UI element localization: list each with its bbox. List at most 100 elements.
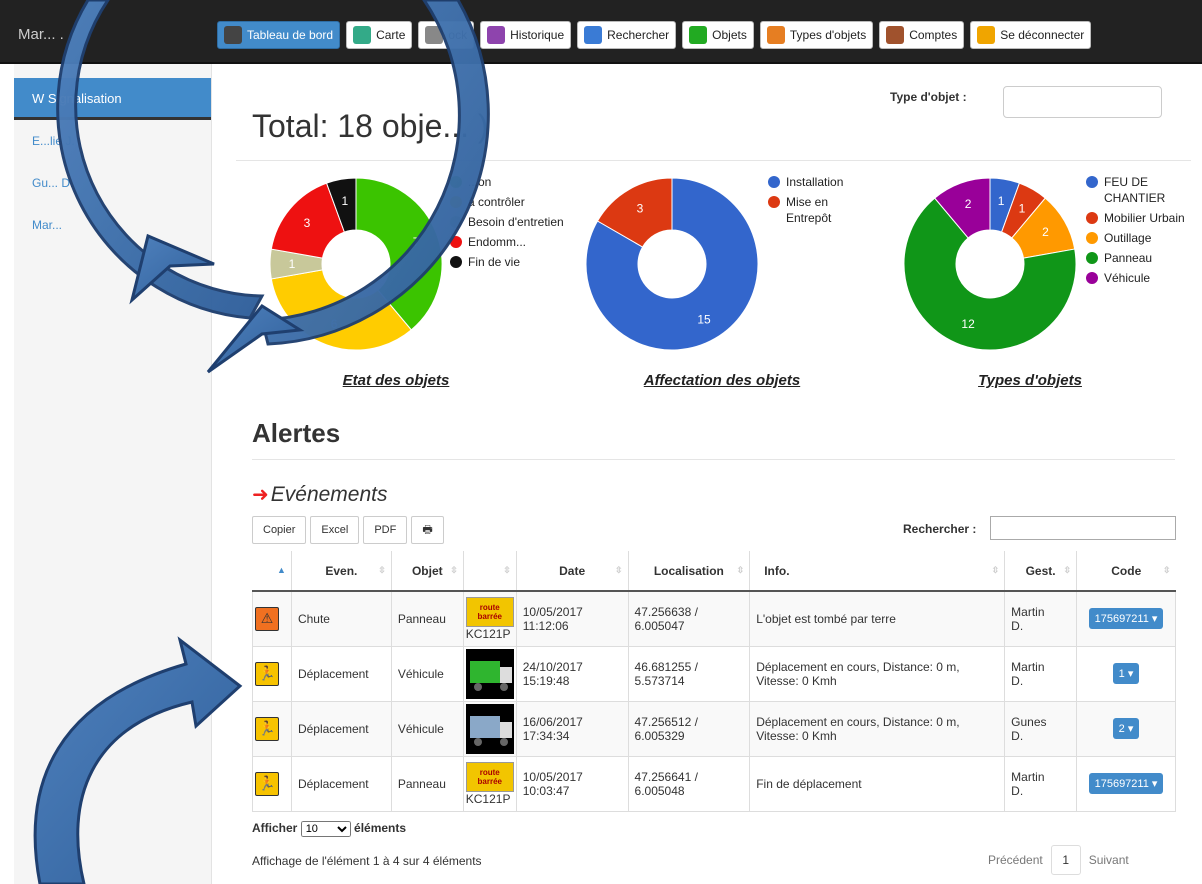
table-info: Affichage de l'élément 1 à 4 sur 4 éléme… — [252, 854, 482, 868]
search-input[interactable] — [990, 516, 1176, 540]
thumb-cell[interactable]: route barrée KC121P — [462, 755, 517, 812]
pie-slice-label: 6 — [331, 317, 338, 331]
nav-button-8[interactable]: Se déconnecter — [970, 21, 1092, 49]
print-button[interactable]: 🖶 — [411, 516, 444, 544]
legend-dot-icon — [450, 176, 462, 188]
col-header-event[interactable]: Even. ⇳ — [291, 551, 392, 592]
chart-types: 1 1 2 12 2 FEU DE CHANTIER Mobilier Urbain Out… — [900, 174, 1200, 374]
sidebar-item-user-1[interactable]: E...lie J. — [14, 120, 211, 162]
legend-item[interactable]: FEU DE CHANTIER — [1086, 174, 1190, 206]
col-header-location[interactable]: Localisation ⇳ — [628, 551, 751, 592]
pagination-next[interactable]: Suivant — [1089, 853, 1129, 867]
history-icon — [487, 26, 506, 44]
legend-label: Mobilier Urbain — [1104, 211, 1185, 225]
date-cell: 16/06/2017 17:34:34 — [515, 700, 629, 757]
nav-button-0[interactable]: Tableau de bord — [217, 21, 341, 49]
table-row[interactable]: 🏃 Déplacement Véhicule 16/06/2017 17:34:3… — [252, 700, 1176, 757]
legend-item[interactable]: Endomm... — [450, 234, 564, 250]
nav-button-6[interactable]: Types d'objets — [759, 21, 874, 49]
legend-item[interactable]: Fin de vie — [450, 254, 564, 270]
code-dropdown-button[interactable]: 1 ▾ — [1112, 663, 1140, 684]
nav-button-label: ock — [448, 28, 468, 42]
page-length-select[interactable]: 10 — [300, 821, 351, 837]
legend-item[interactable]: Panneau — [1086, 250, 1190, 266]
divider — [252, 459, 1175, 460]
nav-button-3[interactable]: Historique — [480, 21, 572, 49]
sidebar-item-user-3[interactable]: Mar... — [14, 204, 211, 246]
nav-button-label: Se déconnecter — [1000, 28, 1085, 42]
legend-item[interactable]: Besoin d'entretien — [450, 214, 564, 230]
col-header-info[interactable]: Info. ⇳ — [749, 551, 1006, 592]
legend-item[interactable]: ...on — [450, 174, 564, 190]
table-row[interactable]: ⚠ Chute Panneau route barrée KC121P 10/05/… — [252, 590, 1176, 647]
event-cell: Déplacement — [290, 755, 392, 812]
type-filter-label: Type d'objet : — [890, 90, 967, 104]
brand-name[interactable]: Mar... . — [18, 26, 64, 43]
legend-label: Besoin d'entretien — [468, 215, 564, 229]
legend-types: FEU DE CHANTIER Mobilier Urbain Outillage P… — [1086, 174, 1190, 290]
legend-item[interactable]: Installation — [768, 174, 868, 190]
pagination-previous[interactable]: Précédent — [988, 853, 1043, 867]
events-heading: ➜ Evénements — [252, 482, 388, 507]
legend-dot-icon — [1086, 176, 1098, 188]
pdf-button[interactable]: PDF — [363, 516, 408, 544]
pagination-page-1[interactable]: 1 — [1050, 845, 1081, 875]
truck-image — [465, 703, 514, 754]
table-row[interactable]: 🏃 Déplacement Panneau route barrée KC121P … — [252, 755, 1176, 812]
info-cell: Déplacement en cours, Distance: 0 m, Vit… — [749, 700, 1006, 757]
col-header-manager[interactable]: Gest. ⇳ — [1004, 551, 1078, 592]
col-header-date[interactable]: Date ⇳ — [516, 551, 629, 592]
sort-icon: ⇳ — [736, 565, 745, 575]
search-label: Rechercher : — [903, 522, 977, 536]
legend-label: FEU DE CHANTIER — [1104, 175, 1166, 205]
copy-button[interactable]: Copier — [252, 516, 307, 544]
col-header-thumb[interactable]: ⇳ — [463, 551, 517, 592]
divider — [236, 160, 1191, 161]
events-heading-label: Evénements — [270, 482, 388, 506]
sort-icon: ⇳ — [1162, 565, 1171, 575]
legend-label: Fin de vie — [468, 255, 521, 269]
road-closed-sign-image: route barrée — [465, 596, 514, 627]
sidebar-item-active[interactable]: W Signalisation — [14, 78, 211, 120]
top-navbar: Mar... . Tableau de bord Carte ock Historiq… — [0, 0, 1202, 64]
chart-title-etat[interactable]: Etat des objets — [296, 372, 496, 389]
col-header-select[interactable]: ▲ — [252, 551, 292, 592]
chart-title-affectation[interactable]: Affectation des objets — [612, 372, 832, 389]
legend-label: Mise en Entrepôt — [786, 195, 832, 225]
pie-etat: 7 6 1 3 1 — [269, 177, 443, 351]
code-dropdown-button[interactable]: 175697211 ▾ — [1088, 608, 1164, 630]
object-cell: Véhicule — [390, 700, 464, 757]
chart-etat: 7 6 1 3 1 ...on à contrôler Besoin d'entretien… — [266, 174, 566, 374]
pie-slice-label: 1 — [998, 194, 1005, 208]
legend-item[interactable]: Véhicule — [1086, 270, 1190, 286]
manager-cell: Gunes D. — [1004, 700, 1078, 757]
nav-button-label: Types d'objets — [789, 28, 867, 42]
page-length-label: Afficher — [252, 821, 298, 835]
code-dropdown-button[interactable]: 175697211 ▾ — [1088, 773, 1164, 794]
code-dropdown-button[interactable]: 2 ▾ — [1112, 718, 1140, 739]
accounts-icon — [886, 26, 905, 44]
legend-item[interactable]: à contrôler — [450, 194, 564, 210]
nav-button-4[interactable]: Rechercher — [577, 21, 677, 49]
chart-title-types[interactable]: Types d'objets — [930, 372, 1130, 389]
thumb-cell[interactable]: route barrée KC121P — [462, 590, 517, 647]
type-filter-input[interactable] — [1003, 86, 1162, 118]
nav-button-7[interactable]: Comptes — [879, 21, 965, 49]
info-cell: L'objet est tombé par terre — [749, 590, 1006, 647]
legend-item[interactable]: Outillage — [1086, 230, 1190, 246]
thumb-cell[interactable] — [462, 645, 517, 702]
col-header-code[interactable]: Code ⇳ — [1076, 551, 1176, 592]
col-header-object[interactable]: Objet ⇳ — [391, 551, 464, 592]
nav-button-label: Comptes — [909, 28, 958, 42]
sidebar-item-user-2[interactable]: Gu... D. — [14, 162, 211, 204]
nav-button-2[interactable]: ock — [418, 21, 475, 49]
thumb-cell[interactable] — [462, 700, 517, 757]
legend-item[interactable]: Mise en Entrepôt — [768, 194, 868, 226]
excel-button[interactable]: Excel — [310, 516, 360, 544]
page-length: Afficher 10 éléments — [252, 821, 406, 837]
nav-button-5[interactable]: Objets — [682, 21, 754, 49]
table-row[interactable]: 🏃 Déplacement Véhicule 24/10/2017 15:19:4… — [252, 645, 1176, 702]
nav-button-1[interactable]: Carte — [346, 21, 413, 49]
running-icon: 🏃 — [255, 661, 279, 686]
legend-item[interactable]: Mobilier Urbain — [1086, 210, 1190, 226]
